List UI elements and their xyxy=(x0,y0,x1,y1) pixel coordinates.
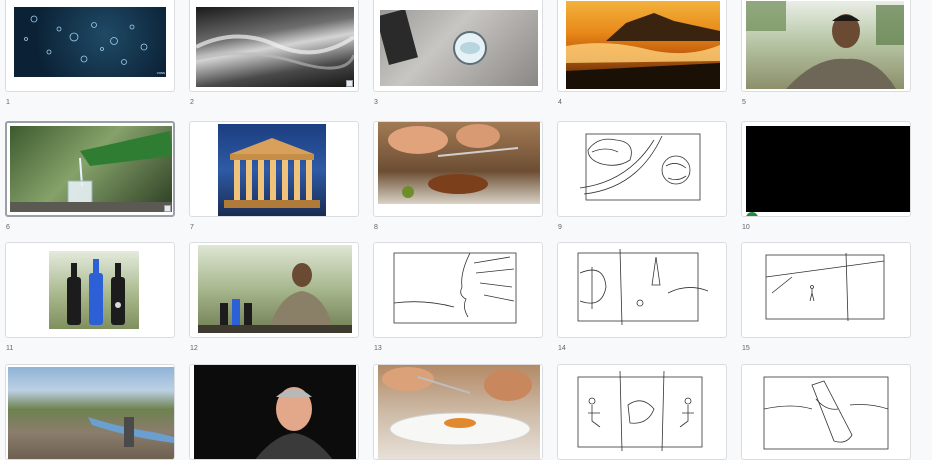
slide-thumbnail xyxy=(8,367,174,459)
slide-number: 5 xyxy=(742,99,746,106)
slide-number: 1 xyxy=(6,99,10,106)
slide-thumbnail xyxy=(14,7,166,77)
slide-number: 15 xyxy=(742,345,750,352)
slide-number: 2 xyxy=(190,99,194,106)
slide-card[interactable] xyxy=(373,0,543,92)
slide-card[interactable] xyxy=(557,0,727,92)
slide-card[interactable] xyxy=(189,121,359,217)
slide-card[interactable]: voss xyxy=(5,0,175,92)
slide-thumbnail xyxy=(378,365,540,459)
man-bottles-image xyxy=(198,263,352,333)
sketch-figure-image xyxy=(765,252,885,322)
bottles-image xyxy=(67,259,125,325)
slide-number: 10 xyxy=(742,224,750,231)
slide-card[interactable] xyxy=(189,364,359,460)
slide-thumbnail xyxy=(218,124,326,216)
slide-card[interactable] xyxy=(741,242,911,338)
slide-card[interactable] xyxy=(5,242,175,338)
slide-thumbnail xyxy=(378,122,540,204)
slide-number: 6 xyxy=(6,224,10,231)
bubbles-image xyxy=(24,15,148,65)
slide-thumbnail xyxy=(10,126,172,212)
sketch-tower-image xyxy=(577,248,709,326)
slide-thumbnail xyxy=(198,245,352,333)
slide-card[interactable] xyxy=(189,242,359,338)
slide-thumbnail xyxy=(194,365,356,459)
slide-number: 13 xyxy=(374,345,382,352)
slide-card[interactable] xyxy=(741,364,911,460)
sketch-face-image xyxy=(393,252,517,324)
city-image xyxy=(88,417,174,447)
water-image xyxy=(196,34,354,70)
man-photo xyxy=(746,1,904,89)
slide-thumbnail xyxy=(566,1,720,89)
sketch-seated-image xyxy=(577,370,703,452)
slide-card[interactable] xyxy=(5,364,175,460)
slide-card[interactable] xyxy=(557,364,727,460)
glass-image xyxy=(380,10,487,66)
bottle-pour-image xyxy=(10,131,172,212)
slide-number: 7 xyxy=(190,224,194,231)
slide-card[interactable] xyxy=(189,0,359,92)
chef-image xyxy=(388,124,519,198)
slide-thumbnail xyxy=(196,7,354,87)
slide-number: 9 xyxy=(558,224,562,231)
slide-card[interactable] xyxy=(373,242,543,338)
sketch-plate-image xyxy=(579,133,701,201)
slide-number: 14 xyxy=(558,345,566,352)
temple-image xyxy=(224,138,320,208)
slide-card[interactable] xyxy=(373,364,543,460)
mountain-image xyxy=(566,13,720,89)
slide-number: 3 xyxy=(374,99,378,106)
slide-card[interactable] xyxy=(373,121,543,217)
slide-number: 4 xyxy=(558,99,562,106)
plating-image xyxy=(382,367,532,446)
slide-card[interactable] xyxy=(557,121,727,217)
slide-number: 11 xyxy=(6,345,14,352)
active-user-indicator xyxy=(746,212,758,216)
video-icon xyxy=(164,205,171,212)
slide-number: 12 xyxy=(190,345,198,352)
slide-card[interactable] xyxy=(557,242,727,338)
portrait-image xyxy=(255,387,333,459)
slide-caption: voss xyxy=(156,70,165,75)
slide-card[interactable] xyxy=(741,0,911,92)
slide-thumbnail xyxy=(746,1,904,89)
slide-thumbnail xyxy=(746,126,910,212)
slide-thumbnail xyxy=(380,10,538,86)
slide-card[interactable] xyxy=(5,121,175,217)
sketch-bottle-image xyxy=(763,376,889,450)
video-icon xyxy=(346,80,353,87)
slide-thumbnail xyxy=(49,251,139,329)
slide-number: 8 xyxy=(374,224,378,231)
slide-card[interactable] xyxy=(741,121,911,217)
